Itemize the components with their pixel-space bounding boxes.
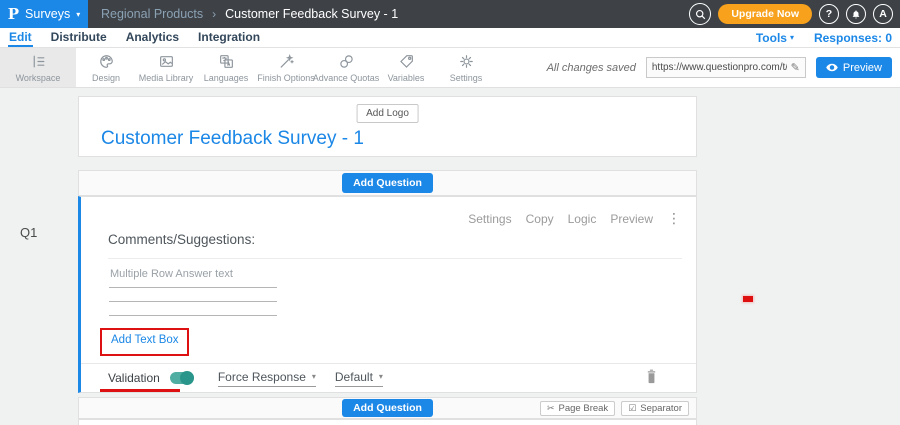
survey-url: https://www.questionpro.com/t/APNrfZ: [652, 62, 787, 73]
toolbar-item-languages[interactable]: Languages: [196, 48, 256, 87]
preview-button[interactable]: Preview: [816, 57, 892, 78]
add-logo-button[interactable]: Add Logo: [356, 104, 419, 123]
survey-title[interactable]: Customer Feedback Survey - 1: [101, 128, 364, 150]
question-text[interactable]: Comments/Suggestions:: [108, 232, 255, 247]
survey-nav-tabs: Edit Distribute Analytics Integration: [0, 28, 261, 47]
validation-label: Validation: [108, 371, 160, 385]
workspace-icon: [30, 53, 47, 70]
separator-button[interactable]: ☑ Separator: [621, 401, 689, 416]
caret-down-icon: ▾: [790, 33, 794, 42]
page-break-button[interactable]: ✂ Page Break: [540, 401, 615, 416]
force-response-label: Force Response: [218, 370, 306, 384]
toolbar-item-workspace[interactable]: Workspace: [0, 48, 76, 87]
search-button[interactable]: [689, 3, 711, 25]
page-break-label: Page Break: [559, 403, 609, 414]
top-bar: P Surveys ▾ Regional Products › Customer…: [0, 0, 900, 28]
search-icon: [695, 9, 706, 20]
tab-distribute[interactable]: Distribute: [50, 28, 108, 47]
kebab-menu-icon[interactable]: ⋮: [667, 210, 681, 227]
question-card: Settings Copy Logic Preview ⋮ Comments/S…: [78, 196, 697, 393]
trash-icon: [645, 369, 658, 384]
question-actions: Settings Copy Logic Preview ⋮: [468, 210, 681, 227]
save-status: All changes saved: [547, 62, 636, 74]
survey-header-card: Add Logo Customer Feedback Survey - 1: [78, 96, 697, 157]
question-settings-link[interactable]: Settings: [468, 212, 511, 226]
answer-row-line: [109, 287, 277, 288]
toggle-knob: [180, 371, 194, 385]
answer-placeholder[interactable]: Multiple Row Answer text: [110, 268, 233, 280]
avatar-initial: A: [879, 8, 887, 20]
translate-icon: [218, 53, 235, 70]
gear-icon: [458, 53, 475, 70]
default-label: Default: [335, 370, 373, 384]
breadcrumb-chevron-icon: ›: [212, 7, 216, 21]
question-footer: Validation Force Response ▾ Default ▾: [81, 363, 696, 392]
product-name: Surveys: [25, 7, 70, 21]
add-question-strip-bottom: Add Question ✂ Page Break ☑ Separator: [78, 397, 697, 419]
add-text-box-link[interactable]: Add Text Box: [111, 334, 179, 346]
validation-toggle[interactable]: [170, 372, 194, 384]
answer-row-line: [109, 315, 277, 316]
toolbar-item-finish-options[interactable]: Finish Options: [256, 48, 316, 87]
question-number-label: Q1: [20, 225, 37, 240]
annotation-red-dash: [743, 296, 753, 302]
question-preview-link[interactable]: Preview: [610, 212, 653, 226]
toolbar-item-media-library[interactable]: Media Library: [136, 48, 196, 87]
survey-nav: Edit Distribute Analytics Integration To…: [0, 28, 900, 48]
toolbar-right: All changes saved https://www.questionpr…: [547, 48, 900, 87]
add-question-strip-top: Add Question: [78, 170, 697, 196]
toolbar-item-advance-quotas[interactable]: Advance Quotas: [316, 48, 376, 87]
question-mark-icon: ?: [826, 8, 832, 20]
survey-nav-right: Tools ▾ Responses: 0: [756, 28, 900, 47]
upgrade-now-button[interactable]: Upgrade Now: [718, 4, 812, 24]
chevron-down-icon: ▾: [76, 10, 80, 19]
question-copy-link[interactable]: Copy: [526, 212, 554, 226]
tab-integration[interactable]: Integration: [197, 28, 261, 47]
toolbar-item-settings[interactable]: Settings: [436, 48, 496, 87]
edit-url-icon[interactable]: ✎: [791, 61, 800, 74]
eye-icon: [826, 63, 838, 72]
separator-label: Separator: [640, 403, 682, 414]
question-divider: [108, 258, 682, 259]
bell-icon: [851, 9, 861, 20]
scissors-icon: ✂: [547, 403, 555, 414]
topbar-actions: Upgrade Now ? A: [689, 3, 900, 25]
breadcrumb-parent[interactable]: Regional Products: [101, 7, 203, 21]
toolbar-item-variables[interactable]: Variables: [376, 48, 436, 87]
tools-label: Tools: [756, 31, 787, 45]
questionpro-logo: P: [8, 5, 19, 23]
breadcrumb-current: Customer Feedback Survey - 1: [225, 7, 398, 21]
default-dropdown[interactable]: Default ▾: [335, 370, 383, 387]
tag-icon: [398, 53, 415, 70]
wand-icon: [278, 53, 295, 70]
delete-question-button[interactable]: [645, 369, 658, 384]
tab-edit[interactable]: Edit: [8, 28, 33, 47]
answer-row-line: [109, 301, 277, 302]
notifications-button[interactable]: [846, 4, 866, 24]
next-block-card: [78, 419, 697, 425]
palette-icon: [98, 53, 115, 70]
links-icon: [338, 53, 355, 70]
avatar[interactable]: A: [873, 4, 893, 24]
annotation-red-underline: [100, 389, 180, 392]
tab-analytics[interactable]: Analytics: [125, 28, 180, 47]
question-logic-link[interactable]: Logic: [568, 212, 597, 226]
force-response-dropdown[interactable]: Force Response ▾: [218, 370, 316, 387]
tools-menu[interactable]: Tools ▾: [756, 31, 794, 45]
add-question-button-bottom[interactable]: Add Question: [342, 399, 433, 417]
add-question-button-top[interactable]: Add Question: [342, 173, 433, 193]
caret-down-icon: ▾: [379, 372, 383, 381]
toolbar-item-design[interactable]: Design: [76, 48, 136, 87]
help-button[interactable]: ?: [819, 4, 839, 24]
checkbox-icon: ☑: [628, 403, 636, 414]
editor-toolbar: Workspace Design Media Library Languages…: [0, 48, 900, 88]
preview-label: Preview: [843, 62, 882, 74]
caret-down-icon: ▾: [312, 372, 316, 381]
breadcrumb: Regional Products › Customer Feedback Su…: [101, 7, 398, 21]
survey-url-field[interactable]: https://www.questionpro.com/t/APNrfZ ✎: [646, 57, 806, 78]
responses-count[interactable]: Responses: 0: [814, 31, 892, 45]
surveys-product-switcher[interactable]: P Surveys ▾: [0, 0, 88, 28]
image-icon: [158, 53, 175, 70]
strip-bottom-actions: ✂ Page Break ☑ Separator: [540, 401, 689, 416]
